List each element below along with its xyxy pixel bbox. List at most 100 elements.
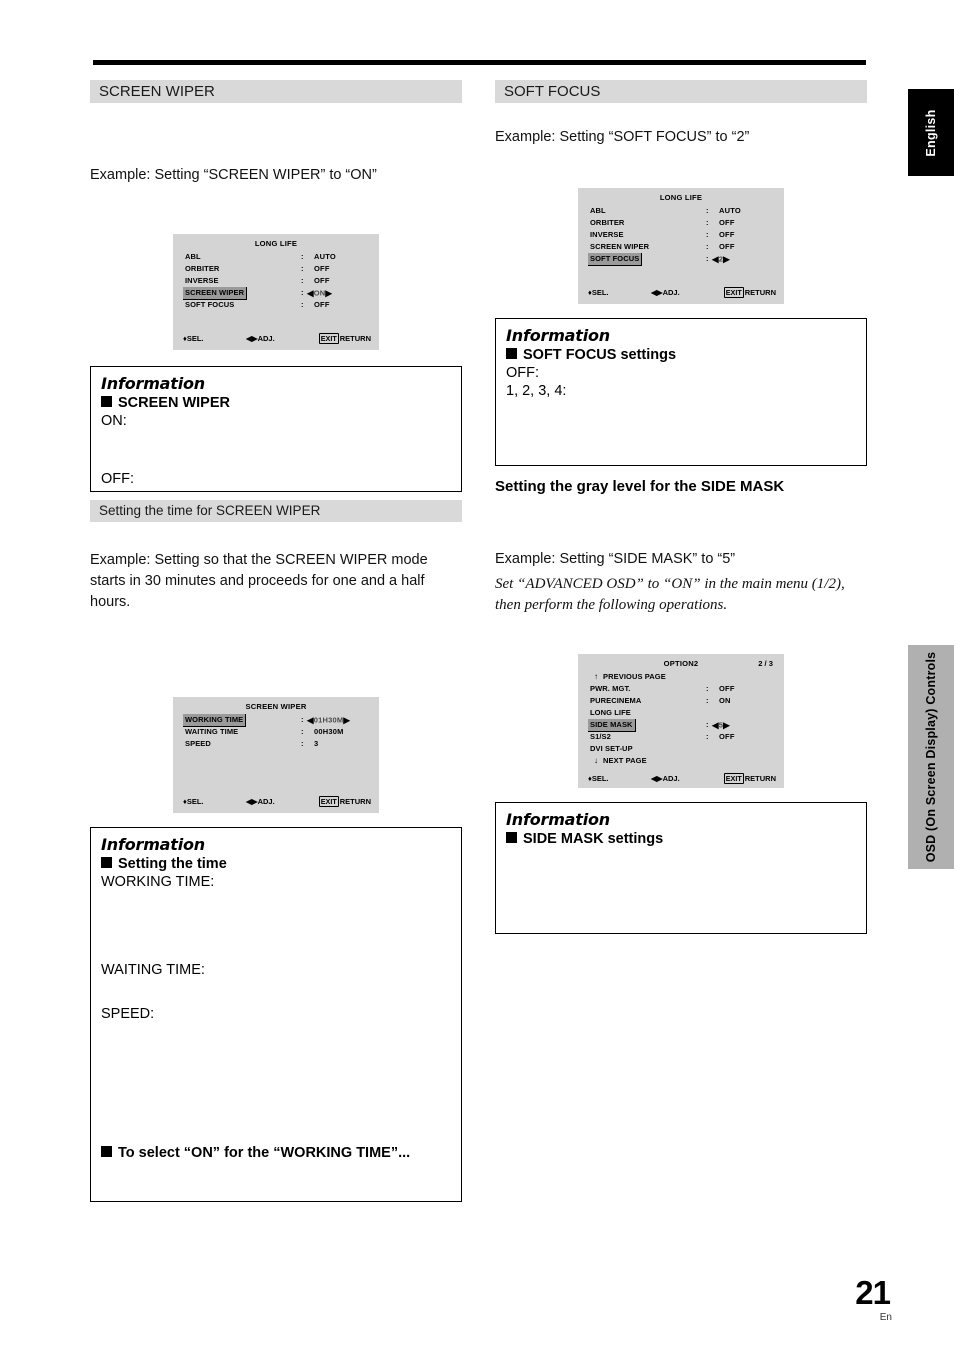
osd-footer-return: EXIT RETURN: [723, 773, 776, 785]
osd-row-value: AUTO: [314, 251, 336, 261]
example-note-advanced-osd: Set “ADVANCED OSD” to “ON” in the main m…: [495, 575, 845, 614]
exit-key-badge: EXIT: [318, 332, 339, 344]
section-header-soft-focus: SOFT FOCUS: [495, 80, 867, 103]
osd-title: LONG LIFE: [659, 192, 703, 202]
osd-row-selected: SOFT FOCUS : ◀2▶: [588, 252, 774, 266]
osd-row-value: AUTO: [719, 205, 741, 215]
exit-key-badge: EXIT: [723, 773, 744, 785]
exit-key-badge: EXIT: [723, 286, 744, 298]
osd-row-label: PREVIOUS PAGE: [603, 672, 666, 682]
osd-row: INVERSE : OFF: [588, 229, 774, 241]
osd-row-label: PURECINEMA: [590, 696, 642, 706]
osd-row-value: OFF: [719, 229, 735, 239]
osd-footer-return-label: RETURN: [339, 333, 371, 343]
osd-footer-sel-label: SEL.: [591, 774, 609, 784]
example-paragraph-setting-time: Example: Setting so that the SCREEN WIPE…: [90, 551, 428, 610]
information-term-levels: 1, 2, 3, 4:: [506, 383, 567, 399]
information-heading-label: SOFT FOCUS settings: [523, 346, 677, 363]
osd-row-selected: SCREEN WIPER : ◀ON▶: [183, 286, 369, 300]
osd-footer: ♦SEL. ◀▶ADJ. EXIT RETURN: [183, 332, 371, 344]
osd-row-label: SOFT FOCUS: [185, 299, 235, 309]
header-rule: [93, 60, 866, 65]
osd-row: DVI SET-UP: [588, 743, 774, 755]
information-box-side-mask: Information SIDE MASK settings: [495, 802, 867, 935]
osd-row-previous-page: ↑ PREVIOUS PAGE: [588, 671, 774, 683]
right-column: SOFT FOCUS Example: Setting “SOFT FOCUS”…: [495, 80, 867, 935]
osd-row-selected: SIDE MASK : ◀5▶: [588, 719, 774, 733]
osd-row-colon: :: [301, 287, 304, 297]
osd-row: SPEED : 3: [183, 738, 369, 750]
information-term-waiting-time: WAITING TIME:: [101, 961, 205, 978]
left-arrow-icon: ◀: [712, 720, 719, 731]
information-term-on: ON:: [101, 412, 127, 429]
information-heading: Setting the time: [101, 856, 451, 872]
left-arrow-icon: ◀: [307, 287, 314, 298]
osd-title: SCREEN WIPER: [245, 701, 307, 711]
osd-footer-adj: ◀▶ADJ.: [651, 287, 680, 298]
osd-footer-adj: ◀▶ADJ.: [651, 773, 680, 784]
osd-footer-return: EXIT RETURN: [318, 795, 371, 807]
osd-row-colon: :: [301, 251, 304, 261]
osd-row-value: OFF: [314, 275, 330, 285]
osd-footer-adj-label: ADJ.: [662, 287, 680, 297]
osd-row-colon: :: [706, 217, 709, 227]
osd-row-colon: :: [706, 732, 709, 742]
language-tab: English: [908, 89, 954, 176]
osd-row-value-adjustable: ◀5▶: [712, 719, 730, 732]
osd-row-label: DVI SET-UP: [590, 744, 633, 754]
osd-row-label: NEXT PAGE: [603, 756, 647, 766]
information-heading-label: SIDE MASK settings: [523, 831, 664, 848]
information-term-speed: SPEED:: [101, 1005, 155, 1022]
osd-footer-adj-label: ADJ.: [662, 774, 680, 784]
osd-row-value: ON: [719, 696, 731, 706]
osd-row-colon: :: [301, 714, 304, 724]
chapter-side-tab: OSD (On Screen Display) Controls: [908, 645, 954, 869]
information-term-working-time: WORKING TIME:: [101, 873, 215, 890]
information-box-soft-focus: Information SOFT FOCUS settings OFF: 1, …: [495, 317, 867, 466]
osd-footer-sel: ♦SEL.: [183, 333, 204, 344]
information-heading: SIDE MASK settings: [506, 831, 856, 847]
osd-row-label: WAITING TIME: [185, 726, 239, 736]
osd-footer: ♦SEL. ◀▶ADJ. EXIT RETURN: [588, 286, 776, 298]
osd-row-value: OFF: [314, 299, 330, 309]
osd-footer-adj: ◀▶ADJ.: [246, 796, 275, 807]
osd-row-label: ORBITER: [590, 217, 625, 227]
example-line-screen-wiper: Example: Setting “SCREEN WIPER” to “ON”: [90, 167, 377, 183]
information-note-label: To select “ON” for the “WORKING TIME”...: [118, 1144, 411, 1161]
osd-footer-return: EXIT RETURN: [723, 286, 776, 298]
osd-row-label: PWR. MGT.: [590, 684, 631, 694]
example-line-side-mask: Example: Setting “SIDE MASK” to “5”: [495, 550, 736, 567]
osd-row-value-adjustable: ◀01H30M▶: [307, 714, 350, 727]
osd-row: ORBITER : OFF: [588, 217, 774, 229]
osd-long-life-screen-wiper: LONG LIFE ABL : AUTO ORBITER : OFF INVER…: [173, 233, 379, 350]
section-header-screen-wiper: SCREEN WIPER: [90, 80, 462, 103]
osd-row-value: 3: [314, 738, 319, 748]
osd-rows: ↑ PREVIOUS PAGE PWR. MGT. : OFF PURECINEM…: [588, 671, 774, 767]
osd-rows: ABL : AUTO ORBITER : OFF INVERSE : OFF S…: [183, 251, 369, 311]
osd-row-colon: :: [706, 241, 709, 251]
information-heading-label: Setting the time: [118, 855, 227, 872]
osd-footer-adj-label: ADJ.: [257, 796, 275, 806]
page-number: 21: [855, 1274, 891, 1311]
osd-footer-return-label: RETURN: [744, 774, 776, 784]
osd-row-value: OFF: [719, 732, 735, 742]
osd-row-colon: :: [301, 299, 304, 309]
information-box-setting-time: Information Setting the time WORKING TIM…: [90, 826, 462, 1202]
osd-row: INVERSE : OFF: [183, 275, 369, 287]
information-title: Information: [506, 325, 610, 345]
osd-row-label: ABL: [185, 251, 201, 261]
osd-footer-return-label: RETURN: [744, 287, 776, 297]
left-arrow-icon: ◀: [307, 714, 314, 725]
information-heading: SOFT FOCUS settings: [506, 347, 856, 363]
osd-footer: ♦SEL. ◀▶ADJ. EXIT RETURN: [183, 795, 371, 807]
osd-row-colon: :: [301, 275, 304, 285]
language-tab-label: English: [924, 108, 938, 157]
information-box-screen-wiper: Information SCREEN WIPER ON: OFF:: [90, 365, 462, 492]
osd-row: PURECINEMA : ON: [588, 695, 774, 707]
osd-title: OPTION2: [663, 659, 699, 669]
osd-row-value: OFF: [314, 263, 330, 273]
subsection-header-side-mask: Setting the gray level for the SIDE MASK: [495, 477, 785, 495]
osd-long-life-soft-focus: LONG LIFE ABL : AUTO ORBITER : OFF INVER…: [578, 187, 784, 304]
information-heading-label: SCREEN WIPER: [118, 394, 230, 411]
chapter-side-tab-label: OSD (On Screen Display) Controls: [924, 651, 938, 863]
